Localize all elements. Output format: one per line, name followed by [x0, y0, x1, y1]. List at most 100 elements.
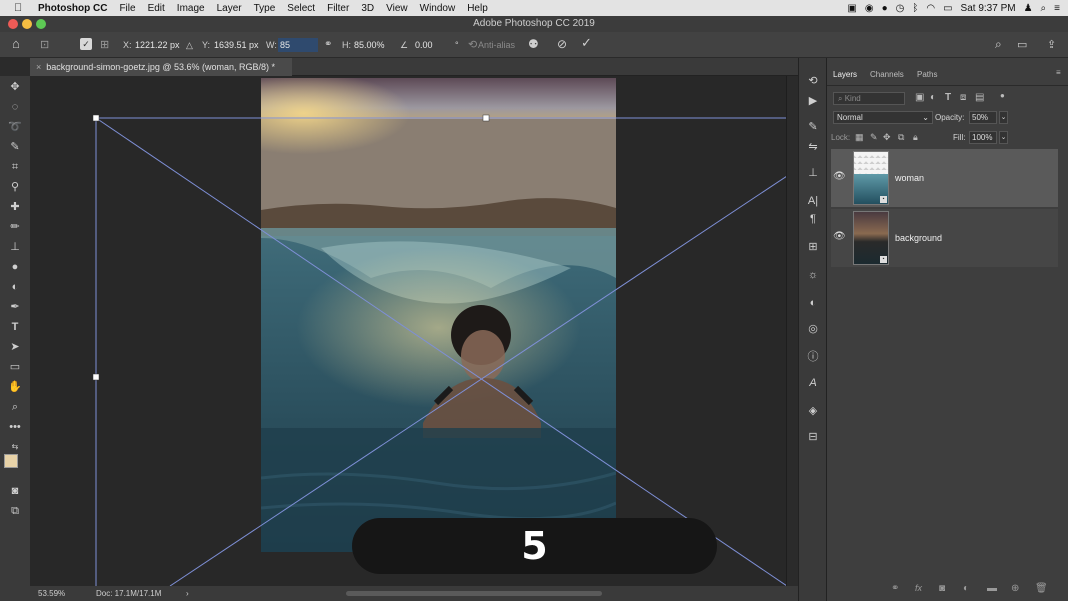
workspace-icon[interactable]: ▭: [1017, 38, 1027, 52]
learn-lightbulb-icon[interactable]: ☼: [806, 268, 820, 282]
antialias-label[interactable]: Anti-alias: [478, 38, 515, 52]
layer-row-background[interactable]: 👁︎ ▪ background: [831, 209, 1058, 267]
fill-dropdown-icon[interactable]: ⌄: [999, 131, 1008, 144]
search-icon[interactable]: ⌕: [995, 37, 1002, 51]
minimize-window-button[interactable]: [22, 19, 32, 29]
lock-position-icon[interactable]: ✥: [883, 132, 891, 143]
reference-point-checkbox[interactable]: ✓: [80, 38, 92, 50]
filter-adjustment-icon[interactable]: ◐: [930, 92, 936, 103]
menu-file[interactable]: File: [119, 3, 135, 14]
filter-toggle-icon[interactable]: ●: [1000, 91, 1005, 100]
filter-pixel-icon[interactable]: ▣: [915, 92, 924, 103]
type-tool-icon[interactable]: T: [7, 320, 23, 334]
healing-brush-tool-icon[interactable]: ✚: [7, 200, 23, 214]
layer-name-background[interactable]: background: [895, 233, 942, 243]
screen-record-icon[interactable]: ▣: [847, 3, 856, 14]
panel-menu-icon[interactable]: ≡: [1056, 68, 1061, 77]
clone-source-icon[interactable]: ⊥: [806, 166, 820, 180]
screen-mode-icon[interactable]: ⧉: [7, 504, 23, 518]
height-input[interactable]: 85.00%: [354, 38, 385, 52]
visibility-eye-icon[interactable]: 👁︎: [833, 171, 846, 182]
foreground-color-swatch[interactable]: [4, 454, 18, 468]
free-transform-overlay[interactable]: [30, 76, 787, 586]
reference-point-grid-icon[interactable]: ⊞: [100, 38, 109, 52]
eyedropper-tool-icon[interactable]: ⚲: [7, 180, 23, 194]
menu-select[interactable]: Select: [287, 3, 315, 14]
menu-help[interactable]: Help: [467, 3, 488, 14]
marquee-tool-icon[interactable]: ◌: [7, 100, 23, 114]
quick-mask-icon[interactable]: ◙: [7, 484, 23, 498]
y-position-input[interactable]: 1639.51 px: [214, 38, 259, 52]
layer-row-woman[interactable]: 👁︎ ▪ woman: [831, 149, 1058, 207]
document-tab[interactable]: × background-simon-goetz.jpg @ 53.6% (wom…: [30, 58, 292, 76]
commit-transform-icon[interactable]: ✓: [581, 36, 592, 50]
maximize-window-button[interactable]: [36, 19, 46, 29]
character-icon[interactable]: A|: [806, 194, 820, 208]
fill-input[interactable]: 100%: [969, 131, 997, 144]
clone-stamp-tool-icon[interactable]: ⊥: [7, 240, 23, 254]
add-mask-icon[interactable]: ◙: [939, 583, 945, 594]
filter-shape-icon[interactable]: ⧈: [960, 92, 966, 103]
x-position-input[interactable]: 1221.22 px: [135, 38, 180, 52]
brush-tool-icon[interactable]: ✏: [7, 220, 23, 234]
warp-mode-icon[interactable]: ⚉: [528, 37, 539, 51]
lock-transparent-icon[interactable]: ▦: [855, 132, 864, 143]
blend-mode-select[interactable]: Normal ⌄: [833, 111, 933, 124]
new-group-icon[interactable]: ▬: [987, 583, 997, 594]
menu-edit[interactable]: Edit: [148, 3, 165, 14]
dodge-tool-icon[interactable]: ◐: [7, 280, 23, 294]
opacity-dropdown-icon[interactable]: ⌄: [999, 111, 1008, 124]
user-icon[interactable]: ♟: [1024, 3, 1033, 14]
hand-tool-icon[interactable]: ✋: [7, 380, 23, 394]
share-icon[interactable]: ⇪: [1047, 38, 1056, 52]
layer-filter-kind[interactable]: ⌕ Kind: [833, 92, 905, 105]
quick-selection-tool-icon[interactable]: ✎: [7, 140, 23, 154]
document-canvas[interactable]: [30, 76, 787, 586]
menu-view[interactable]: View: [386, 3, 408, 14]
visibility-eye-icon[interactable]: 👁︎: [833, 231, 846, 242]
lock-all-icon[interactable]: 🔒︎: [913, 132, 918, 143]
brush-settings-icon[interactable]: ✎: [806, 120, 820, 134]
app-menu[interactable]: Photoshop CC: [38, 3, 107, 14]
width-input[interactable]: 85: [278, 38, 318, 52]
link-layers-icon[interactable]: ⚭: [891, 583, 899, 594]
path-selection-tool-icon[interactable]: ➤: [7, 340, 23, 354]
zoom-tool-icon[interactable]: ⌕: [7, 400, 23, 414]
bluetooth-icon[interactable]: ᛒ: [912, 3, 918, 14]
link-proportions-icon[interactable]: ⚭: [324, 38, 332, 52]
opacity-input[interactable]: 50%: [969, 111, 997, 124]
menu-type[interactable]: Type: [254, 3, 276, 14]
lasso-tool-icon[interactable]: ➰: [7, 120, 23, 134]
more-tools-icon[interactable]: •••: [7, 420, 23, 434]
spotlight-search-icon[interactable]: ⌕: [1041, 3, 1047, 14]
adjust-icon[interactable]: ⇋: [806, 140, 820, 154]
close-tab-icon[interactable]: ×: [36, 62, 41, 72]
3d-icon[interactable]: ◈: [806, 404, 820, 418]
mic-icon[interactable]: ●: [882, 3, 888, 14]
paragraph-icon[interactable]: ¶: [806, 212, 820, 226]
menu-3d[interactable]: 3D: [361, 3, 374, 14]
lock-artboard-icon[interactable]: ⧉: [898, 132, 904, 143]
layer-name-woman[interactable]: woman: [895, 173, 924, 183]
creative-cloud-libraries-icon[interactable]: ◎: [806, 322, 820, 336]
battery-icon[interactable]: ▭: [943, 3, 952, 14]
menu-filter[interactable]: Filter: [327, 3, 349, 14]
glyphs-icon[interactable]: A: [806, 376, 820, 390]
time-machine-icon[interactable]: ◷: [896, 3, 905, 14]
horizontal-scrollbar-thumb[interactable]: [346, 591, 602, 596]
blur-tool-icon[interactable]: ●: [7, 260, 23, 274]
libraries-grid-icon[interactable]: ⊞: [806, 240, 820, 254]
rotate-angle-input[interactable]: 0.00: [415, 38, 433, 52]
interpolation-icon[interactable]: ⟲: [468, 38, 477, 52]
new-adjustment-layer-icon[interactable]: ◐: [963, 583, 969, 594]
filter-type-icon[interactable]: T: [945, 92, 951, 103]
pen-tool-icon[interactable]: ✒: [7, 300, 23, 314]
cancel-transform-icon[interactable]: ⊘: [557, 37, 567, 51]
info-icon[interactable]: ⓘ: [806, 350, 820, 364]
zoom-level[interactable]: 53.59%: [38, 586, 65, 601]
apple-menu-icon[interactable]: : [14, 2, 28, 14]
crop-tool-icon[interactable]: ⌗: [7, 160, 23, 174]
tab-paths[interactable]: Paths: [917, 70, 937, 79]
clock-text[interactable]: Sat 9:37 PM: [961, 3, 1016, 14]
filter-smart-object-icon[interactable]: ▤: [975, 92, 984, 103]
